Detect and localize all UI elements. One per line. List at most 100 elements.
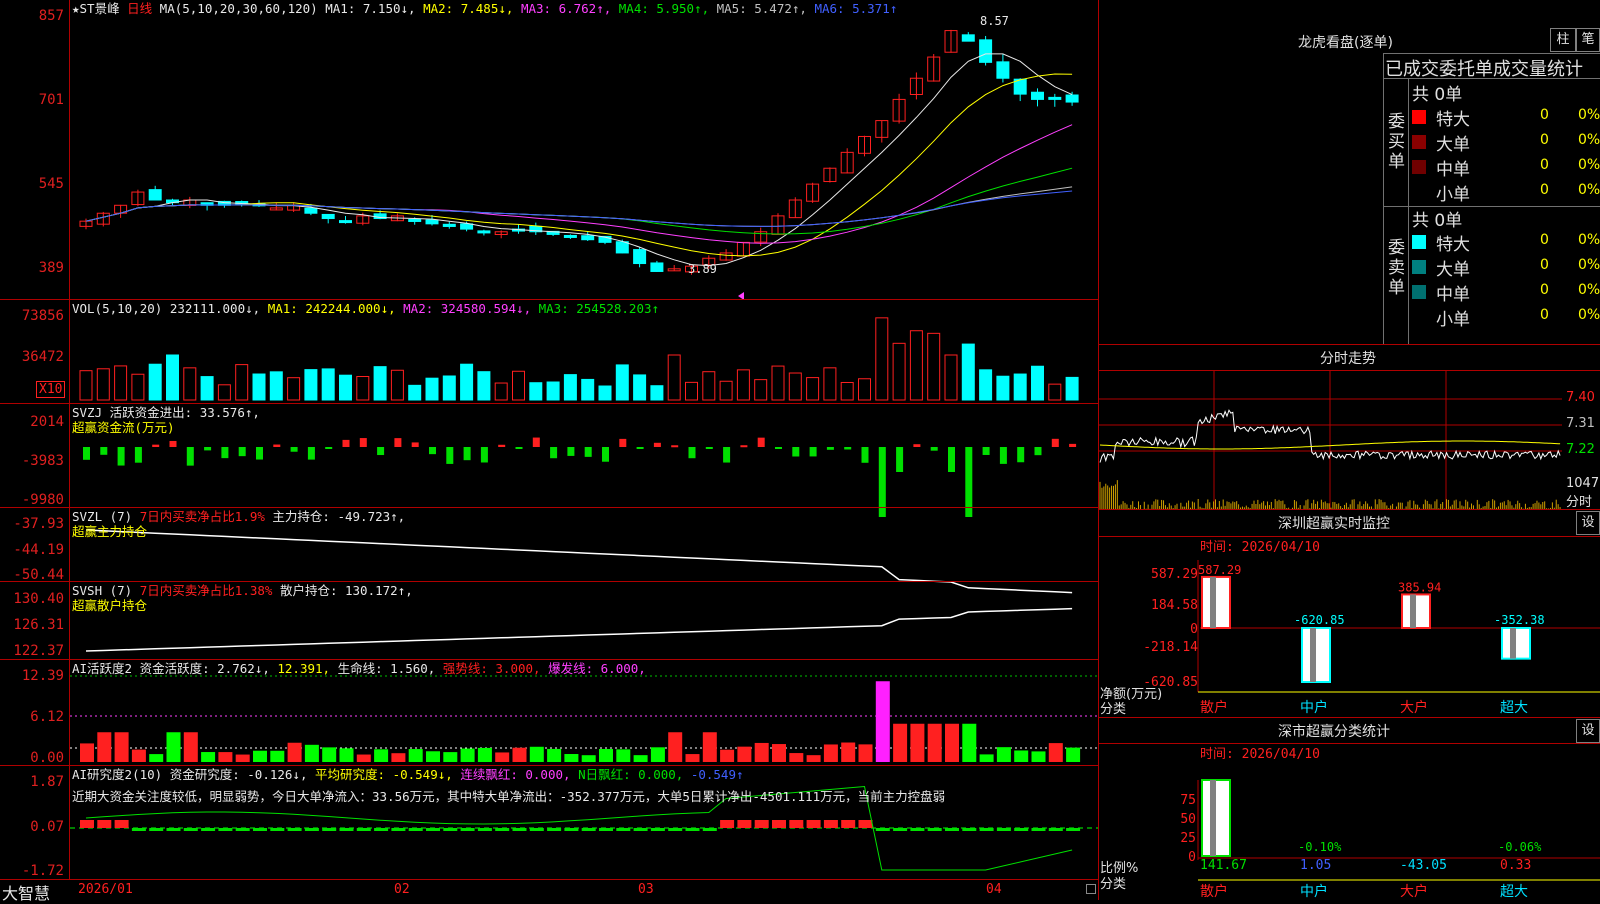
activity-bar: [737, 746, 752, 762]
flow-bar: [1017, 447, 1025, 463]
monitor-settings-button[interactable]: 设: [1576, 511, 1600, 535]
research-bar: [443, 828, 458, 831]
ai-n-day-red: N日飘红: 0.000,: [578, 767, 684, 782]
flow-bar: [325, 447, 333, 449]
activity-bar: [477, 747, 492, 762]
flow-bar: [1069, 443, 1077, 447]
flow-bar: [411, 442, 419, 447]
intraday-unit: 分时: [1566, 495, 1593, 510]
date-label: 2026/01: [78, 882, 133, 897]
volume-bar: [736, 369, 750, 401]
y-label: -1.72: [21, 863, 64, 879]
color-swatch: [1412, 135, 1426, 149]
divider: [1383, 53, 1600, 54]
activity-bar: [772, 744, 786, 762]
sell-total: 共 0单: [1412, 211, 1463, 231]
flow-bar: [515, 447, 523, 449]
y-label: 130.40: [13, 591, 64, 607]
volume-bar: [183, 367, 197, 401]
bar-mode-button[interactable]: 柱: [1550, 28, 1576, 52]
activity-bar: [927, 723, 942, 762]
research-bar: [841, 820, 856, 828]
activity-bar: [754, 742, 769, 762]
flow-bar: [221, 447, 229, 459]
class-settings-button[interactable]: 设: [1576, 719, 1600, 743]
flow-bar: [550, 447, 558, 459]
order-count: 0: [1540, 282, 1549, 298]
y-label: 701: [38, 92, 64, 108]
research-bar: [599, 828, 613, 831]
order-count: 0: [1540, 182, 1549, 198]
volume-bar: [460, 363, 474, 401]
class-title: 深市超赢分类统计: [1278, 724, 1390, 740]
lock-icon[interactable]: [1086, 884, 1096, 894]
volume-bar: [996, 375, 1010, 401]
volume-bar: [217, 384, 231, 401]
svzl-sub: 超赢主力持仓: [72, 524, 148, 539]
research-bar: [235, 828, 250, 831]
flow-bar: [775, 447, 782, 449]
flow-bar: [861, 447, 869, 463]
color-swatch: [1412, 160, 1426, 174]
ma-line: [85, 73, 1073, 257]
candle-body: [1048, 96, 1062, 100]
research-bar: [702, 828, 717, 831]
research-bar: [823, 820, 838, 828]
ai-consecutive-red: 连续飘红: 0.000,: [460, 767, 571, 782]
y-label: 0: [1188, 850, 1196, 865]
volume-bar: [702, 371, 716, 401]
y-label: 25: [1180, 831, 1196, 846]
flow-bar: [307, 447, 315, 460]
y-label: 6.12: [30, 709, 64, 725]
volume-bar: [252, 373, 266, 401]
period-label[interactable]: 日线: [127, 1, 152, 16]
flow-bar: [567, 447, 575, 456]
flow-bar: [1034, 447, 1042, 456]
y-label: 7.40: [1566, 390, 1595, 405]
y-label: 12.39: [21, 668, 64, 684]
flow-bar: [152, 444, 160, 447]
activity-bar: [495, 752, 510, 762]
candle-body: [304, 207, 318, 214]
volume-bar: [287, 377, 301, 401]
ma-line: [85, 53, 1073, 267]
candle-body: [408, 218, 422, 222]
volume-bar: [442, 375, 456, 401]
ma-line: [85, 186, 1073, 227]
order-pct: 0%: [1578, 307, 1600, 323]
vol-ma2: MA2: 324580.594↓,: [403, 301, 532, 316]
activity-bar: [547, 748, 562, 762]
ma5-value: MA5: 5.472↑,: [716, 1, 807, 16]
research-bar: [408, 828, 423, 831]
color-swatch: [1412, 110, 1426, 124]
tick-mode-button[interactable]: 笔: [1576, 28, 1600, 52]
flow-bar: [636, 447, 644, 449]
activity-bar: [962, 723, 977, 762]
order-size-label: 特大: [1436, 235, 1470, 255]
candle-body: [425, 219, 439, 225]
sell-orders-label: 委卖单: [1388, 238, 1405, 298]
volume-bar: [546, 381, 560, 401]
volume-bar: [823, 367, 837, 401]
flow-bar: [463, 447, 471, 461]
activity-bar: [789, 753, 804, 762]
research-bar: [772, 820, 786, 828]
volume-bar: [1013, 373, 1027, 401]
category-label: 中户: [1300, 884, 1328, 900]
candle-body: [339, 220, 352, 224]
divider: [1408, 78, 1409, 344]
y-label: 184.58: [1151, 598, 1198, 613]
flow-bar: [602, 447, 609, 462]
stock-name[interactable]: ST景峰: [80, 1, 120, 16]
research-bar: [374, 828, 389, 831]
flow-bar: [584, 447, 592, 457]
research-bar: [218, 828, 233, 831]
activity-bar: [564, 754, 579, 762]
research-bar: [581, 828, 596, 831]
activity-bar: [166, 732, 181, 762]
activity-bar: [149, 754, 164, 762]
activity-bar: [114, 732, 129, 762]
activity-bar: [720, 749, 735, 762]
flow-bar: [256, 447, 263, 460]
activity-bar: [875, 681, 890, 762]
